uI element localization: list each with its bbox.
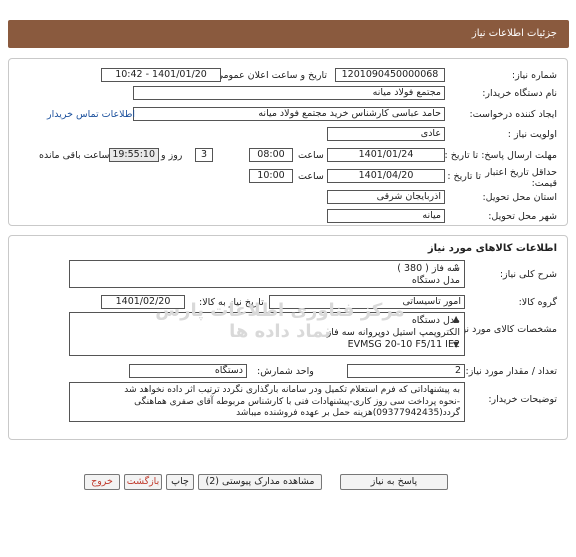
- spec-scroll-down-icon[interactable]: ▼: [453, 340, 459, 349]
- creator-label: ایجاد کننده درخواست:: [469, 109, 557, 120]
- need-date-field: 1401/02/20: [101, 295, 185, 309]
- spec-field[interactable]: مدل دستگاه الکتروپمپ استیل دوپروانه سه ف…: [69, 312, 465, 356]
- summary-line-1: سه فاز ( 380 ): [397, 263, 460, 274]
- announce-datetime-field: 1401/01/20 - 10:42: [101, 68, 221, 82]
- group-field: امور تاسیساتی: [269, 295, 465, 309]
- remaining-time-field: 19:55:10: [109, 148, 159, 162]
- summary-line-2: مدل دستگاه: [411, 275, 460, 286]
- buyer-org-field: مجتمع فولاد میانه: [133, 86, 445, 100]
- days-field: 3: [195, 148, 213, 162]
- goods-section-title: اطلاعات کالاهای مورد نیاز: [427, 243, 557, 254]
- notes-label: توضیحات خریدار:: [488, 394, 557, 405]
- days-label: روز و: [161, 150, 183, 161]
- deadline-date-field: 1401/01/24: [327, 148, 445, 162]
- need-details-page: جزئیات اطلاعات نیاز شماره نیاز: 12010904…: [0, 0, 576, 557]
- validity-time-field: 10:00: [249, 169, 293, 183]
- need-date-label: تاریخ نیاز به کالا:: [199, 297, 264, 308]
- spec-line-3: EVMSG 20-10 F5/11 IE2: [347, 339, 460, 350]
- city-label: شهر محل تحویل:: [488, 211, 557, 222]
- need-details-panel: شماره نیاز: 1201090450000068 تاریخ و ساع…: [8, 58, 568, 226]
- priority-field: عادی: [327, 127, 445, 141]
- validity-time-label: ساعت: [298, 171, 324, 182]
- spec-scroll-up-icon[interactable]: ▲: [453, 314, 459, 323]
- print-button[interactable]: چاپ: [166, 474, 194, 490]
- summary-label: شرح کلی نیاز:: [499, 269, 557, 280]
- notes-line-1: به پیشنهاداتی که فرم استعلام تکمیل ودر س…: [124, 385, 460, 395]
- notes-line-3: گردد(09377942435)هزینه حمل بر عهده فروشن…: [236, 408, 460, 418]
- province-label: استان محل تحویل:: [482, 192, 557, 203]
- spec-label: مشخصات کالای مورد نیاز:: [452, 324, 557, 335]
- notes-line-2: -نحوه پرداخت سی روز کاری-پیشنهادات فنی ب…: [134, 396, 460, 407]
- remaining-label: ساعت باقی مانده: [39, 150, 110, 161]
- exit-button[interactable]: خروج: [84, 474, 120, 490]
- buyer-org-label: نام دستگاه خریدار:: [482, 88, 557, 99]
- announce-label: تاریخ و ساعت اعلان عمومی:: [212, 70, 327, 81]
- reply-button[interactable]: پاسخ به نیاز: [340, 474, 448, 490]
- page-title: جزئیات اطلاعات نیاز: [471, 28, 557, 39]
- creator-field: حامد عباسی کارشناس خرید مجتمع فولاد میان…: [133, 107, 445, 121]
- validity-date-field: 1401/04/20: [327, 169, 445, 183]
- spec-line-2: الکتروپمپ استیل دوپروانه سه فاز: [326, 327, 460, 338]
- goods-panel: اطلاعات کالاهای مورد نیاز شرح کلی نیاز: …: [8, 235, 568, 440]
- group-label: گروه کالا:: [518, 297, 557, 308]
- deadline-label: مهلت ارسال پاسخ: تا تاریخ :: [444, 150, 558, 161]
- page-header: جزئیات اطلاعات نیاز: [8, 20, 569, 48]
- summary-scroll-arrows-icon[interactable]: ⇕: [453, 263, 460, 272]
- city-field: میانه: [327, 209, 445, 223]
- need-number-label: شماره نیاز:: [511, 70, 557, 81]
- qty-field: 2: [347, 364, 465, 378]
- notes-field[interactable]: به پیشنهاداتی که فرم استعلام تکمیل ودر س…: [69, 382, 465, 422]
- spec-line-1: مدل دستگاه: [411, 315, 460, 326]
- buyer-contact-link[interactable]: اطلاعات تماس خریدار: [47, 109, 135, 120]
- qty-label: تعداد / مقدار مورد نیاز:: [465, 366, 557, 377]
- priority-label: اولویت نیاز :: [507, 129, 557, 140]
- summary-field[interactable]: سه فاز ( 380 ) مدل دستگاه: [69, 260, 465, 288]
- back-button[interactable]: بازگشت: [124, 474, 162, 490]
- validity-to-label: تا تاریخ :: [447, 171, 481, 182]
- province-field: آذربایجان شرقی: [327, 190, 445, 204]
- deadline-time-field: 08:00: [249, 148, 293, 162]
- deadline-time-label: ساعت: [298, 150, 324, 161]
- need-number-field: 1201090450000068: [335, 68, 445, 82]
- validity-label: حداقل تاریخ اعتبار قیمت:: [485, 167, 557, 189]
- unit-label: واحد شمارش:: [257, 366, 314, 377]
- attachments-button[interactable]: مشاهده مدارک پیوستی (2): [198, 474, 322, 490]
- unit-field: دستگاه: [129, 364, 247, 378]
